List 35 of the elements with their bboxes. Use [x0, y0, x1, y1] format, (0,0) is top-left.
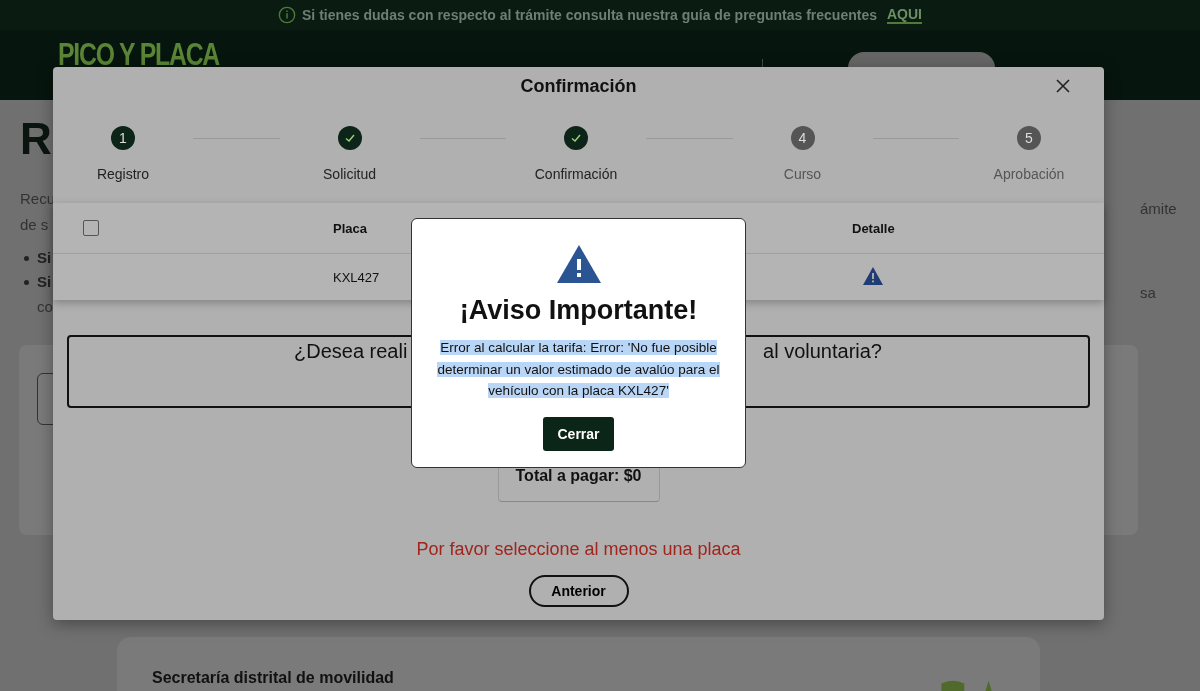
page-heading: R [20, 114, 53, 164]
question-text: al voluntaria? [763, 340, 882, 363]
alert-message: Error al calcular la tarifa: Error: 'No fue posible determinar un valor estimado de avalúo para el vehículo con la placa KXL427' [436, 339, 721, 400]
dialog-title: Confirmación [520, 75, 637, 97]
intro-text: ámite [1140, 199, 1178, 219]
error-message: Por favor seleccione al menos una placa [415, 539, 742, 560]
total-text: Total a pagar: $0 [515, 467, 642, 485]
question-text: ¿Desea reali [294, 340, 408, 363]
back-button[interactable]: Anterior [528, 575, 629, 607]
select-all-checkbox[interactable] [83, 220, 99, 236]
close-alert-button[interactable]: Cerrar [543, 416, 614, 451]
step-number: 1 [111, 126, 135, 150]
alert-title: ¡Aviso Importante! [459, 295, 698, 326]
faq-link[interactable]: AQUI [886, 6, 922, 24]
column-header: Detalle [852, 220, 895, 236]
step-label: Curso [783, 166, 822, 182]
column-header: Placa [333, 220, 367, 236]
close-button[interactable] [1054, 77, 1072, 95]
step-number: 5 [1017, 126, 1041, 150]
banner-text: Si tienes dudas con respecto al trámite consulta nuestra guía de preguntas frecuentes [302, 7, 877, 23]
table-cell: KXL427 [333, 269, 380, 285]
step-number: 4 [790, 126, 815, 150]
bullet-text: co [36, 297, 54, 317]
info-icon [278, 6, 297, 24]
step-label: Aprobación [993, 166, 1065, 182]
intro-text: de s [20, 215, 50, 235]
step-label: Registro [96, 166, 150, 182]
warning-icon [556, 245, 601, 283]
warning-icon[interactable] [863, 266, 883, 285]
footer-title: Secretaría distrital de movilidad [152, 669, 394, 687]
step-label: Confirmación [534, 166, 618, 182]
bullet-text: Si [37, 248, 52, 268]
bullet-text: sa [1140, 283, 1157, 303]
bullet-text: Si [37, 272, 52, 292]
step-label: Solicitud [323, 166, 376, 182]
